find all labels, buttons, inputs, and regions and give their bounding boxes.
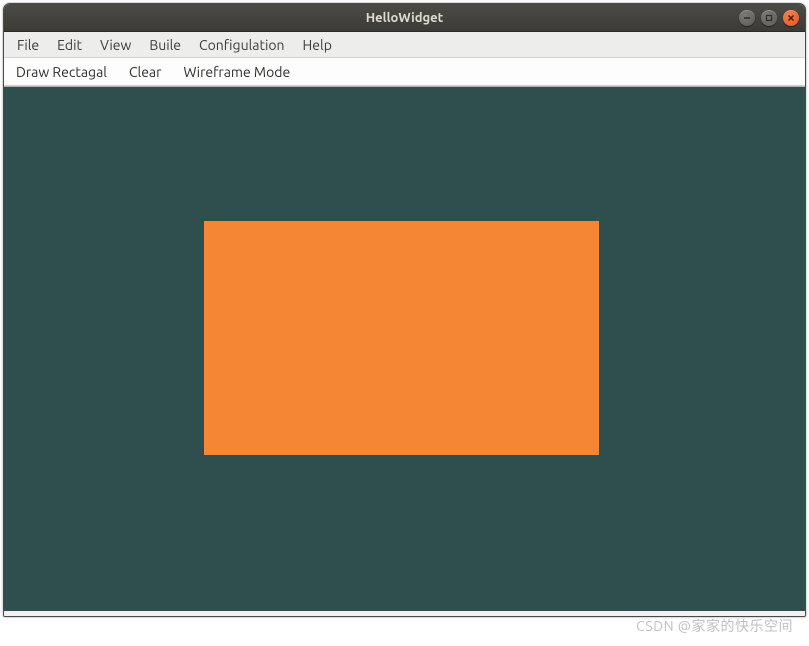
statusbar xyxy=(4,611,805,616)
window-controls xyxy=(739,10,799,26)
watermark-text: CSDN @家家的快乐空间 xyxy=(636,616,793,636)
menubar: File Edit View Buile Configulation Help xyxy=(4,32,805,58)
tool-draw-rectangle[interactable]: Draw Rectagal xyxy=(12,62,111,82)
menu-file[interactable]: File xyxy=(8,34,48,56)
close-icon xyxy=(787,14,795,22)
window-title: HelloWidget xyxy=(366,11,444,25)
maximize-button[interactable] xyxy=(761,10,777,26)
minimize-button[interactable] xyxy=(739,10,755,26)
rendered-rectangle xyxy=(204,221,599,455)
minimize-icon xyxy=(743,14,751,22)
maximize-icon xyxy=(765,14,773,22)
close-button[interactable] xyxy=(783,10,799,26)
menu-build[interactable]: Buile xyxy=(140,34,190,56)
tool-wireframe-mode[interactable]: Wireframe Mode xyxy=(179,62,294,82)
titlebar[interactable]: HelloWidget xyxy=(4,4,805,32)
toolbar: Draw Rectagal Clear Wireframe Mode xyxy=(4,58,805,86)
app-window: HelloWidget File Edit View Buile Configu… xyxy=(3,3,806,617)
menu-edit[interactable]: Edit xyxy=(48,34,91,56)
menu-configuration[interactable]: Configulation xyxy=(190,34,294,56)
tool-clear[interactable]: Clear xyxy=(125,62,165,82)
viewport-canvas[interactable] xyxy=(4,86,805,611)
menu-help[interactable]: Help xyxy=(294,34,341,56)
menu-view[interactable]: View xyxy=(91,34,140,56)
